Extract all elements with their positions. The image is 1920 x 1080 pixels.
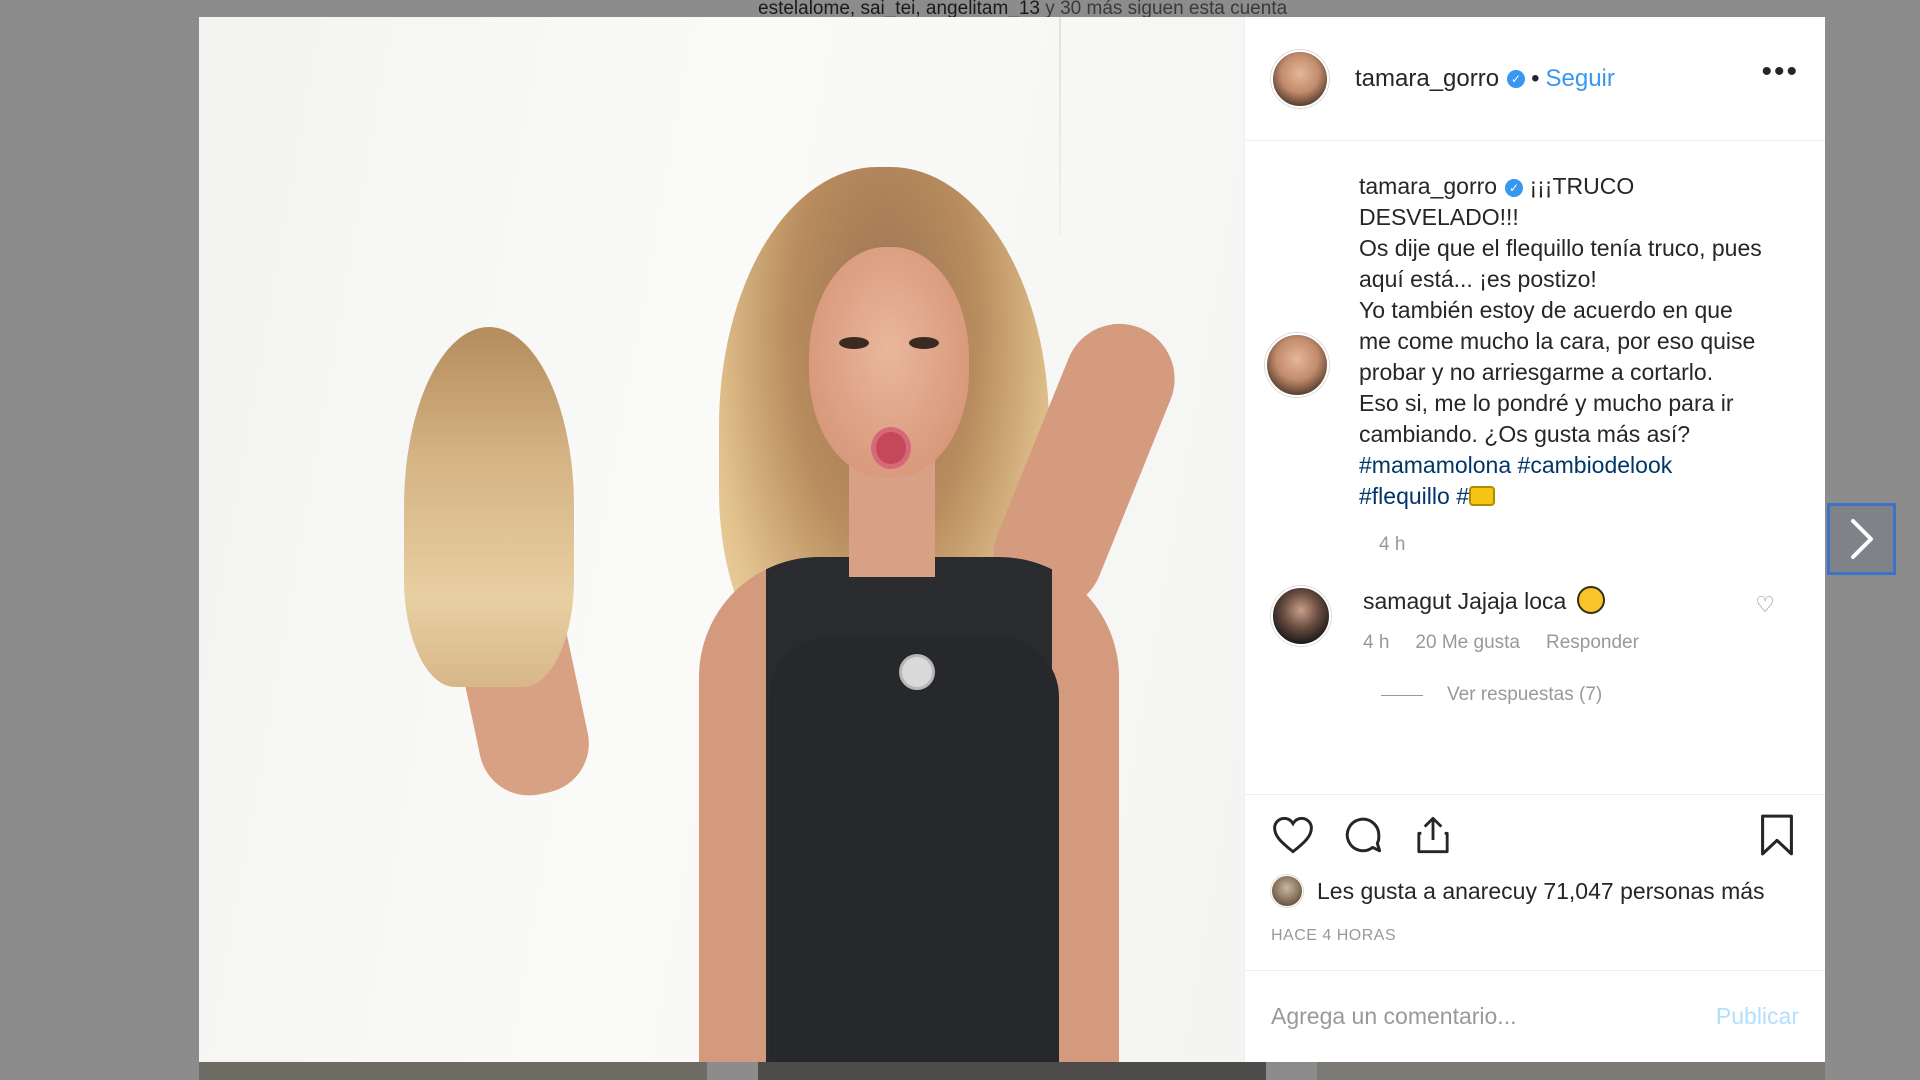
photo-tank-top [769,637,1059,1062]
photo-mouth [871,427,911,469]
post-modal: tamara_gorro ✓ • Seguir ••• tamara_gorro… [199,17,1825,1062]
hashtag-link[interactable]: #flequillo [1359,483,1450,509]
post-header: tamara_gorro ✓ • Seguir ••• [1245,17,1825,141]
heart-icon[interactable] [1271,813,1315,857]
comment-like-heart-icon[interactable]: ♡ [1755,592,1775,654]
caption: tamara_gorro ✓ ¡¡¡TRUCO DESVELADO!!! Os d… [1265,171,1799,512]
comment-input[interactable] [1271,1003,1716,1030]
grid-thumbnail[interactable] [199,1062,707,1080]
bookmark-icon[interactable] [1755,813,1799,857]
comment-likes[interactable]: 20 Me gusta [1415,632,1520,654]
grid-thumbnail[interactable] [1317,1062,1825,1080]
likes-prefix: Les gusta a [1317,877,1436,904]
likes-user[interactable]: anarecu [1442,878,1525,905]
comment-avatar[interactable] [1271,586,1331,646]
comment-time[interactable]: 4 h [1363,632,1389,654]
hashtag-link[interactable]: # [1456,483,1495,509]
follow-button[interactable]: Seguir [1545,65,1614,93]
post-sidebar: tamara_gorro ✓ • Seguir ••• tamara_gorro… [1244,17,1825,1062]
caption-username[interactable]: tamara_gorro [1359,173,1497,199]
separator-dot: • [1531,64,1540,92]
caption-text: tamara_gorro ✓ ¡¡¡TRUCO DESVELADO!!! Os d… [1359,171,1769,512]
caption-line: Yo también estoy de acuerdo en que me co… [1359,297,1756,385]
caption-time[interactable]: 4 h [1379,534,1799,556]
likes-count[interactable]: 71,047 personas más [1543,878,1764,905]
comment-username[interactable]: samagut [1363,588,1451,614]
comment-item: samagut Jajaja loca 4 h 20 Me gusta Resp… [1265,586,1799,654]
add-comment-bar: Publicar [1245,970,1825,1062]
verified-badge-icon: ✓ [1505,179,1524,197]
reply-button[interactable]: Responder [1546,632,1639,654]
post-actions: Les gusta a anarecu y 71,047 personas má… [1245,794,1825,970]
liker-avatar[interactable] [1271,875,1303,907]
author-avatar[interactable] [1271,49,1329,108]
caption-line: Eso si, me lo pondré y mucho para ir cam… [1359,390,1734,447]
hashtag-prefix: # [1456,483,1469,509]
comment-meta: 4 h 20 Me gusta Responder [1363,632,1755,654]
likes-summary: Les gusta a anarecu y 71,047 personas má… [1271,875,1799,907]
publish-button[interactable]: Publicar [1716,1003,1799,1030]
photo-eye [909,337,939,349]
comment-body: samagut Jajaja loca 4 h 20 Me gusta Resp… [1363,586,1755,654]
chevron-right-icon [1850,519,1873,559]
comments-list[interactable]: tamara_gorro ✓ ¡¡¡TRUCO DESVELADO!!! Os d… [1245,141,1825,794]
more-icon[interactable]: ••• [1761,56,1799,91]
photo-hairpiece [404,327,574,687]
author-username[interactable]: tamara_gorro [1355,65,1499,93]
caption-avatar[interactable] [1265,333,1329,397]
hashtag-link[interactable]: #cambiodelook [1518,452,1673,478]
wall-crack [1059,17,1061,237]
photo-eye [839,337,869,349]
comment-text: samagut Jajaja loca [1363,586,1755,616]
post-photo[interactable] [199,17,1244,1062]
next-post-button[interactable] [1827,503,1896,575]
laughing-emoji-icon [1576,586,1605,614]
emoji-icon [1468,486,1495,506]
hashtag-link[interactable]: #mamamolona [1359,452,1511,478]
comment-message: Jajaja loca [1457,588,1567,614]
replies-line [1381,694,1423,696]
likes-mid: y [1525,877,1537,904]
view-replies-label: Ver respuestas (7) [1447,684,1603,705]
photo-pendant [899,654,935,690]
grid-thumbnail[interactable] [758,1062,1266,1080]
share-icon[interactable] [1411,813,1455,857]
caption-line: Os dije que el flequillo tenía truco, pu… [1359,235,1762,292]
action-icons [1271,813,1799,857]
post-timestamp[interactable]: HACE 4 HORAS [1271,927,1799,945]
verified-badge-icon: ✓ [1507,69,1526,88]
view-replies-button[interactable]: Ver respuestas (7) [1381,684,1799,706]
comment-icon[interactable] [1341,813,1385,857]
